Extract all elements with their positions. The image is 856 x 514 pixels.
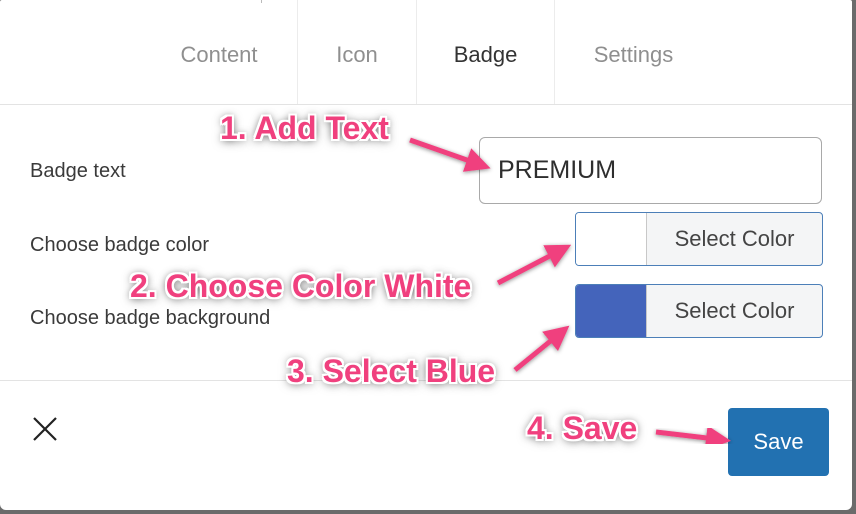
tab-settings[interactable]: Settings	[555, 0, 712, 104]
tab-content[interactable]: Content	[141, 0, 297, 104]
annotation-step-2: 2. Choose Color White	[130, 268, 472, 304]
badge-color-label: Choose badge color	[30, 234, 210, 256]
select-color-button[interactable]: Select Color	[647, 213, 822, 265]
annotation-step-4: 4. Save	[527, 410, 638, 446]
badge-color-picker[interactable]: Select Color	[575, 212, 823, 266]
badge-settings-dialog: Content Icon Badge Settings Badge text C…	[0, 0, 852, 510]
badge-color-swatch[interactable]	[576, 213, 647, 265]
tab-bar: Content Icon Badge Settings	[0, 0, 852, 105]
badge-background-picker[interactable]: Select Color	[575, 284, 823, 338]
badge-text-label: Badge text	[30, 160, 126, 182]
annotation-step-3: 3. Select Blue	[287, 353, 496, 389]
badge-text-input[interactable]	[479, 137, 822, 204]
tab-icon[interactable]: Icon	[298, 0, 416, 104]
select-color-button[interactable]: Select Color	[647, 285, 822, 337]
close-icon	[33, 417, 57, 441]
badge-background-label: Choose badge background	[30, 307, 271, 329]
close-button[interactable]	[28, 412, 62, 446]
save-button[interactable]: Save	[728, 408, 829, 476]
annotation-step-1: 1. Add Text	[220, 110, 389, 146]
tab-badge[interactable]: Badge	[417, 0, 554, 104]
badge-background-swatch[interactable]	[576, 285, 647, 337]
